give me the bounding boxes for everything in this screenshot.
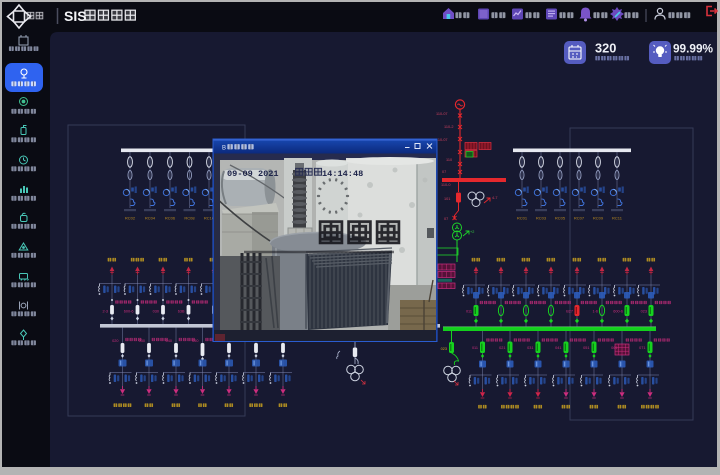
svg-text:110-07: 110-07 (436, 112, 448, 116)
svg-text:RC04: RC04 (145, 216, 156, 221)
svg-text:B27: B27 (566, 310, 573, 314)
svg-text:07: 07 (442, 170, 446, 174)
svg-text:031: 031 (527, 346, 533, 350)
svg-text:RC08: RC08 (184, 216, 195, 221)
svg-text:14:14:48: 14:14:48 (322, 169, 363, 179)
svg-text:RC01: RC01 (517, 216, 528, 221)
svg-text:023: 023 (441, 347, 447, 351)
svg-text:011: 011 (472, 346, 478, 350)
svg-text:RC07: RC07 (574, 216, 585, 221)
svg-text:+2: +2 (470, 230, 474, 234)
svg-text:020: 020 (112, 339, 118, 343)
svg-text:101: 101 (444, 197, 450, 201)
svg-text:021: 021 (499, 346, 505, 350)
svg-text:110-0: 110-0 (441, 183, 450, 187)
svg-text:RC11: RC11 (612, 216, 623, 221)
svg-text:110-07: 110-07 (436, 138, 448, 142)
svg-text:RC05: RC05 (555, 216, 566, 221)
svg-text:4-7: 4-7 (492, 196, 498, 200)
svg-text:041: 041 (555, 346, 561, 350)
svg-text:023: 023 (641, 310, 647, 314)
svg-text:SIS: SIS (64, 8, 87, 24)
svg-text:09-09 2021: 09-09 2021 (227, 169, 279, 179)
svg-text:1-6: 1-6 (593, 310, 599, 314)
svg-text:320: 320 (595, 41, 616, 56)
svg-text:030: 030 (139, 339, 145, 343)
svg-text:B: B (222, 146, 226, 152)
svg-text:07: 07 (444, 217, 448, 221)
svg-text:110-2: 110-2 (444, 125, 453, 129)
svg-text:061: 061 (611, 346, 617, 350)
svg-text:030: 030 (153, 310, 159, 314)
svg-text:RC03: RC03 (536, 216, 547, 221)
svg-text:600-6: 600-6 (613, 310, 623, 314)
svg-text:63B: 63B (178, 310, 185, 314)
svg-text:051: 051 (583, 346, 589, 350)
svg-text:99.99%: 99.99% (673, 42, 714, 56)
svg-text:071: 071 (639, 346, 645, 350)
svg-text:2-3: 2-3 (103, 310, 109, 314)
svg-text:RC09: RC09 (593, 216, 604, 221)
svg-text:040: 040 (166, 339, 172, 343)
svg-text:RC02: RC02 (125, 216, 136, 221)
svg-text:011: 011 (466, 310, 472, 314)
svg-text:110: 110 (446, 158, 452, 162)
svg-text:050: 050 (192, 339, 198, 343)
svg-text:RC06: RC06 (165, 216, 176, 221)
svg-text:600-6: 600-6 (124, 310, 134, 314)
